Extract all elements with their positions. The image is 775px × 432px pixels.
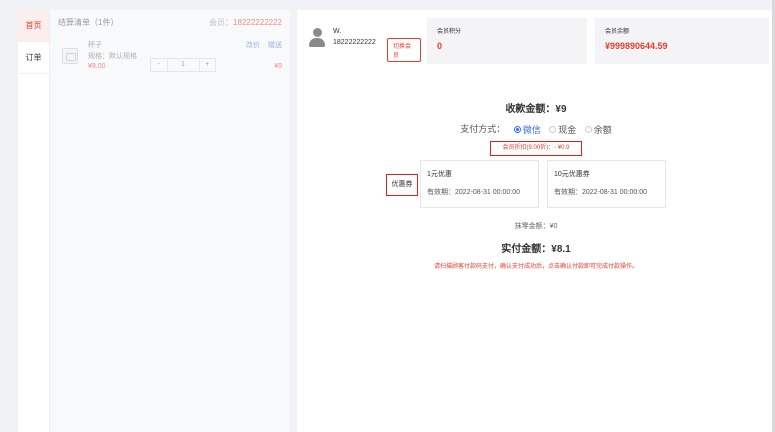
payment-methods: 支付方式： 微信 现金 余额	[297, 122, 775, 136]
cart-item-subtotal: ¥9	[274, 63, 282, 70]
balance-label: 会员余额	[605, 29, 630, 35]
user-body-icon	[309, 38, 325, 47]
points-box: 会员积分 0	[427, 18, 587, 64]
cart-title: 结算清单（1件）	[58, 18, 119, 27]
cart-item-name: 杯子	[88, 42, 102, 49]
cart-item-spec: 规格：默认规格	[88, 53, 137, 60]
coupon-validity: 有效期：2022-08-31 00:00:00	[554, 189, 647, 196]
change-price-button[interactable]: 改价	[246, 42, 260, 49]
quantity-stepper[interactable]: - 1 +	[150, 58, 216, 72]
paid-amount: 实付金额：¥8.1	[501, 244, 571, 255]
method-balance-label[interactable]: 余额	[594, 125, 612, 135]
cart-panel: 结算清单（1件） 会员：18222222222 杯子 规格：默认规格 ¥9.00…	[50, 10, 290, 432]
method-wechat-label[interactable]: 微信	[523, 125, 541, 135]
coupon-label: 优惠券	[386, 174, 418, 196]
user-head-icon	[313, 28, 322, 37]
method-cash-label[interactable]: 现金	[558, 125, 576, 135]
member-discount: 会员折扣(9.00折)：- ¥0.9	[490, 141, 582, 156]
radio-wechat[interactable]	[513, 126, 521, 134]
nav-item-orders[interactable]: 订单	[18, 42, 49, 74]
payment-panel: W. 18222222222 切换会员 会员积分 0 会员余额 ¥9998906…	[297, 10, 775, 432]
payment-hint: 请扫描顾客付款码支付，确认支付成功后，点击确认付款即可完成付款操作。	[433, 264, 638, 270]
amount-title: 收款金额：¥9	[505, 104, 567, 115]
avatar	[309, 28, 325, 48]
points-value: 0	[437, 41, 443, 51]
pos-screen: 首页 订单 结算清单（1件） 会员：18222222222 杯子 规格：默认规格…	[0, 0, 775, 432]
quantity-value[interactable]: 1	[166, 59, 200, 71]
cart-header: 结算清单（1件） 会员：18222222222	[50, 10, 290, 28]
balance-box: 会员余额 ¥999890644.59	[595, 18, 769, 64]
left-nav: 首页 订单	[18, 10, 50, 432]
method-label: 支付方式：	[460, 124, 506, 134]
cart-item-price: ¥9.00	[88, 63, 106, 70]
member-card: W. 18222222222 切换会员	[301, 20, 421, 64]
gift-button[interactable]: 赠送	[268, 42, 282, 49]
coupon-validity: 有效期：2022-08-31 00:00:00	[427, 189, 520, 196]
nav-item-home[interactable]: 首页	[18, 10, 49, 42]
coupon-name: 10元优惠券	[554, 171, 590, 178]
balance-value: ¥999890644.59	[605, 41, 668, 51]
switch-member-button[interactable]: 切换会员	[387, 38, 421, 62]
image-placeholder-icon	[62, 48, 78, 64]
radio-balance[interactable]	[584, 126, 592, 134]
erase-amount: 抹零金额：¥0	[514, 223, 558, 230]
radio-cash[interactable]	[549, 126, 557, 134]
cart-member: 会员：18222222222	[209, 18, 282, 27]
cart-item-actions: 改价 赠送	[240, 40, 282, 50]
member-phone: 18222222222	[333, 39, 376, 46]
plus-button[interactable]: +	[200, 59, 216, 71]
coupon-name: 1元优惠	[427, 171, 452, 178]
member-name: W.	[333, 28, 342, 35]
points-label: 会员积分	[437, 29, 462, 35]
cart-item: 杯子 规格：默认规格 ¥9.00 改价 赠送 - 1 + ¥9	[50, 34, 290, 94]
minus-button[interactable]: -	[151, 59, 167, 71]
coupon-card[interactable]: 10元优惠券 有效期：2022-08-31 00:00:00	[547, 160, 666, 208]
coupon-card[interactable]: 1元优惠 有效期：2022-08-31 00:00:00	[420, 160, 539, 208]
